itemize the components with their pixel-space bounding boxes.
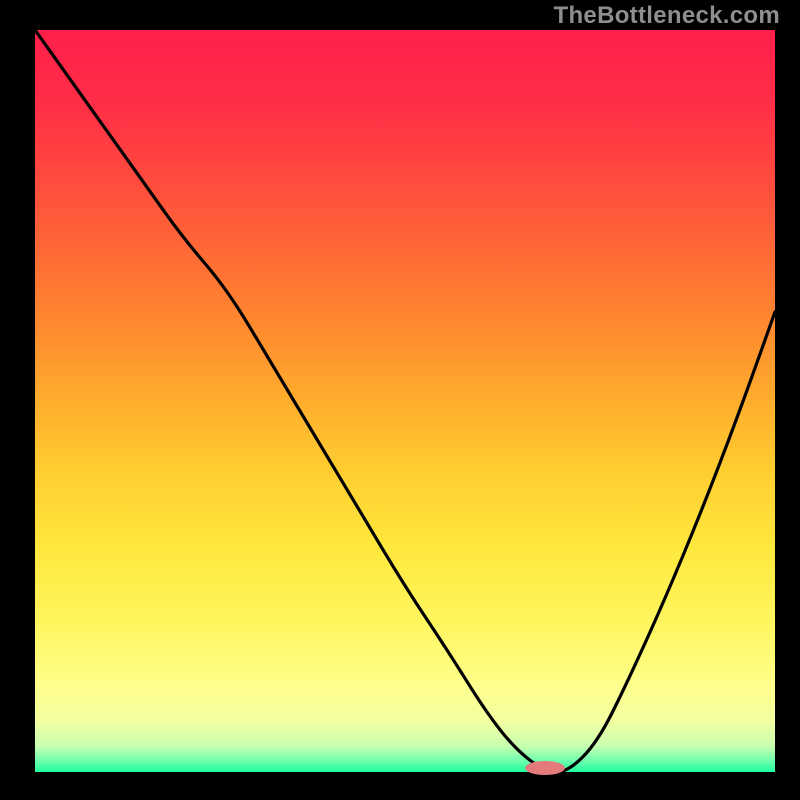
bottleneck-chart <box>0 0 800 800</box>
chart-frame: TheBottleneck.com <box>0 0 800 800</box>
gradient-background <box>35 30 775 772</box>
watermark-text: TheBottleneck.com <box>554 2 780 30</box>
optimum-marker <box>525 761 565 775</box>
